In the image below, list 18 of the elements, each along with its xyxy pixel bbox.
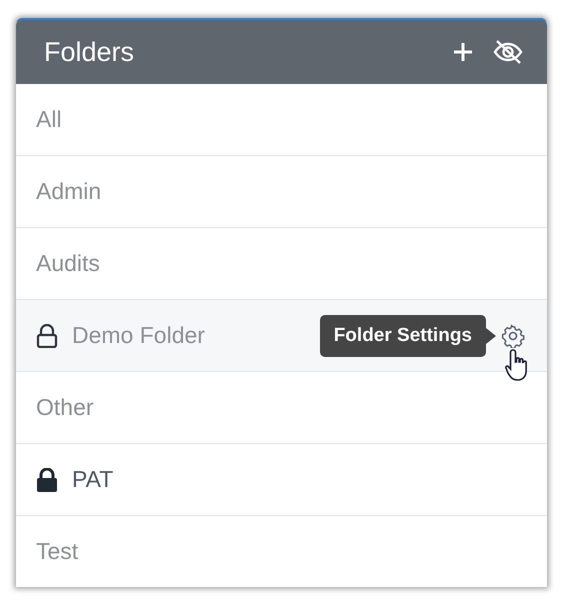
folder-item[interactable]: Admin <box>16 156 547 228</box>
tooltip-arrow-icon <box>486 328 496 344</box>
add-icon[interactable] <box>453 42 473 62</box>
tooltip: Folder Settings <box>320 314 486 356</box>
panel-title: Folders <box>44 36 136 68</box>
folder-name: Demo Folder <box>72 322 205 349</box>
folder-name: Test <box>36 538 78 565</box>
settings-icon[interactable] <box>501 324 525 348</box>
eye-slash-icon[interactable] <box>493 40 523 64</box>
folder-item[interactable]: Test <box>16 516 547 587</box>
folder-name: Audits <box>36 250 100 277</box>
folder-item[interactable]: PAT <box>16 444 547 516</box>
folder-name: All <box>36 106 62 133</box>
folder-name: Admin <box>36 178 102 205</box>
folder-name: PAT <box>72 466 114 493</box>
folder-item[interactable]: All <box>16 84 547 156</box>
folder-name: Other <box>36 394 94 421</box>
folder-item[interactable]: Other <box>16 372 547 444</box>
